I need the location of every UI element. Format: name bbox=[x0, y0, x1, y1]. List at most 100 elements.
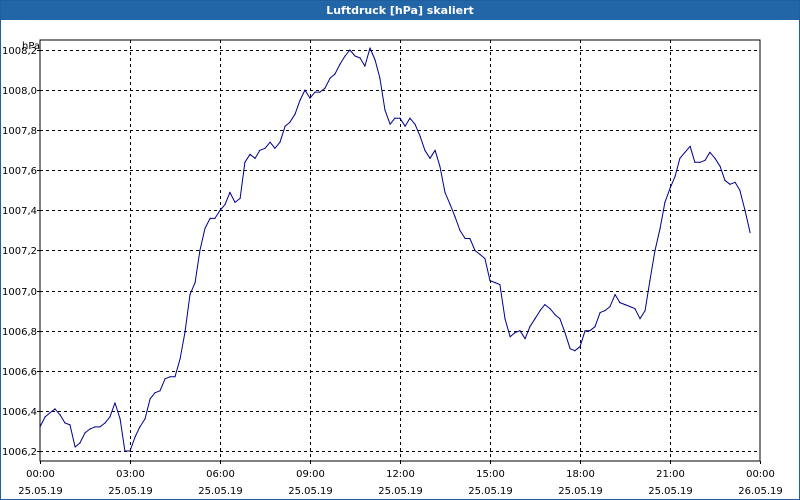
data-point bbox=[199, 249, 201, 252]
data-point bbox=[249, 153, 251, 155]
data-point bbox=[134, 436, 136, 438]
data-point bbox=[659, 227, 661, 229]
y-tick-label: 1006,2 bbox=[2, 447, 37, 458]
data-point bbox=[359, 57, 361, 59]
data-point bbox=[364, 65, 366, 67]
data-point bbox=[79, 442, 81, 444]
data-point bbox=[309, 97, 311, 99]
data-point bbox=[494, 282, 496, 284]
data-point bbox=[434, 149, 436, 151]
data-point bbox=[499, 284, 501, 286]
data-point bbox=[314, 91, 316, 93]
data-point bbox=[259, 149, 261, 151]
data-point bbox=[484, 257, 486, 260]
y-tick-label: 1007,2 bbox=[2, 246, 37, 257]
data-point bbox=[614, 294, 616, 296]
data-point bbox=[449, 203, 451, 205]
x-tick-date-label: 25.05.19 bbox=[558, 486, 603, 497]
data-point bbox=[704, 159, 706, 161]
data-point bbox=[739, 189, 741, 191]
data-point bbox=[389, 123, 391, 125]
data-point bbox=[649, 280, 651, 282]
data-point bbox=[424, 149, 426, 151]
data-point bbox=[244, 161, 246, 163]
y-tick-label: 1006,6 bbox=[2, 367, 37, 378]
data-point bbox=[94, 426, 96, 428]
data-point bbox=[59, 414, 61, 416]
data-point bbox=[349, 49, 351, 51]
y-tick-label: 1007,6 bbox=[2, 166, 37, 177]
x-tick-date-label: 25.05.19 bbox=[468, 486, 513, 497]
data-point bbox=[369, 47, 371, 49]
data-point bbox=[629, 306, 631, 308]
data-point bbox=[594, 326, 596, 328]
data-point bbox=[619, 302, 621, 304]
data-point bbox=[674, 175, 676, 177]
data-point bbox=[264, 147, 266, 149]
data-point bbox=[399, 117, 401, 119]
x-tick-time-label: 06:00 bbox=[206, 469, 235, 480]
x-tick-time-label: 18:00 bbox=[566, 469, 595, 480]
data-point bbox=[559, 318, 561, 320]
data-point bbox=[474, 249, 476, 252]
data-point bbox=[469, 237, 471, 240]
data-point bbox=[544, 304, 546, 306]
data-point bbox=[219, 209, 221, 211]
data-point bbox=[524, 338, 526, 340]
data-point bbox=[414, 123, 416, 125]
data-point bbox=[419, 135, 421, 137]
y-tick-label: 1007,0 bbox=[2, 287, 37, 298]
data-point bbox=[669, 187, 671, 189]
data-point bbox=[684, 151, 686, 153]
data-point bbox=[609, 306, 611, 308]
data-point bbox=[634, 308, 636, 310]
data-point bbox=[654, 249, 656, 252]
data-point bbox=[129, 450, 131, 452]
data-point bbox=[489, 280, 491, 282]
data-point bbox=[254, 157, 256, 159]
data-point bbox=[394, 117, 396, 119]
x-tick-date-label: 25.05.19 bbox=[378, 486, 423, 497]
data-point bbox=[719, 165, 721, 167]
chart-window: Luftdruck [hPa] skaliert 1006,2 1006,4 100… bbox=[0, 0, 800, 500]
data-point bbox=[159, 390, 161, 392]
data-point bbox=[279, 141, 281, 143]
x-tick-time-label: 12:00 bbox=[386, 469, 415, 480]
y-tick-label: 1008,0 bbox=[2, 86, 37, 97]
data-point bbox=[384, 109, 386, 111]
data-point bbox=[409, 117, 411, 119]
data-point bbox=[289, 121, 291, 123]
data-point bbox=[744, 209, 746, 211]
data-point bbox=[324, 87, 326, 89]
y-tick-label: 1007,4 bbox=[2, 206, 37, 217]
data-point bbox=[569, 348, 571, 350]
x-tick-date-label: 25.05.19 bbox=[198, 486, 243, 497]
x-tick-date-label: 25.05.19 bbox=[108, 486, 153, 497]
data-point bbox=[209, 217, 211, 219]
data-point bbox=[319, 91, 321, 93]
x-tick-date-label: 25.05.19 bbox=[18, 486, 63, 497]
data-point bbox=[54, 408, 56, 410]
data-point bbox=[304, 89, 306, 91]
data-point bbox=[214, 217, 216, 219]
data-point bbox=[549, 308, 551, 310]
data-point bbox=[404, 125, 406, 127]
data-point bbox=[274, 147, 276, 149]
data-point bbox=[154, 392, 156, 394]
data-point bbox=[439, 165, 441, 167]
data-point bbox=[139, 426, 141, 428]
data-point bbox=[174, 376, 176, 378]
data-point bbox=[169, 376, 171, 378]
data-point bbox=[664, 201, 666, 203]
data-point bbox=[109, 416, 111, 418]
data-point bbox=[709, 151, 711, 153]
x-tick-date-label: 25.05.19 bbox=[648, 486, 693, 497]
data-point bbox=[639, 318, 641, 320]
data-point bbox=[694, 161, 696, 163]
data-point bbox=[164, 378, 166, 380]
data-point bbox=[344, 55, 346, 57]
data-point bbox=[679, 157, 681, 159]
data-point bbox=[539, 310, 541, 312]
data-point bbox=[464, 237, 466, 240]
data-point bbox=[329, 77, 331, 79]
